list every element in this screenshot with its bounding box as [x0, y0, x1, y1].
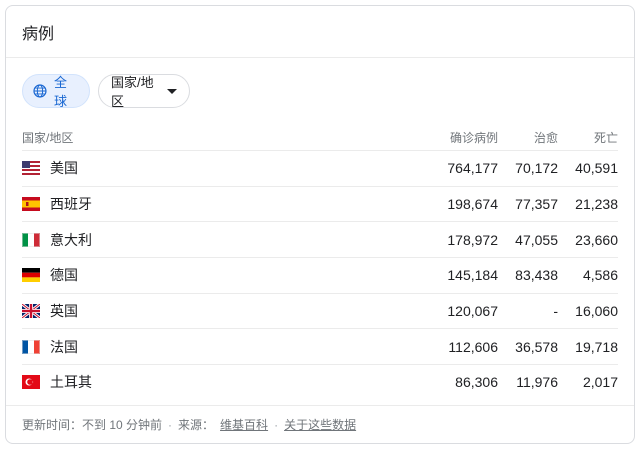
- country-name: 德国: [50, 267, 78, 284]
- country-name: 意大利: [50, 231, 92, 248]
- table-row[interactable]: 西班牙 198,674 77,357 21,238: [22, 187, 618, 223]
- country-name: 法国: [50, 338, 78, 355]
- region-dropdown-label: 国家/地区: [111, 75, 154, 109]
- country-name: 土耳其: [50, 374, 92, 391]
- deaths-value: 19,718: [575, 338, 618, 355]
- separator-dot: ·: [168, 417, 173, 432]
- cases-table: 国家/地区 确诊病例 治愈 死亡 美国 764,177 70,172 40,59…: [22, 124, 618, 399]
- table-row[interactable]: 法国 112,606 36,578 19,718: [22, 329, 618, 366]
- wikipedia-link[interactable]: 维基百科: [220, 416, 268, 433]
- confirmed-value: 198,674: [447, 196, 498, 213]
- deaths-value: 40,591: [575, 160, 618, 177]
- confirmed-value: 112,606: [448, 338, 498, 355]
- about-data-link[interactable]: 关于这些数据: [284, 416, 356, 433]
- recovered-value: 83,438: [515, 267, 558, 284]
- region-dropdown[interactable]: 国家/地区: [98, 74, 190, 109]
- card-title: 病例: [22, 25, 55, 43]
- filter-chips: 全球 国家/地区: [22, 74, 190, 109]
- recovered-value: 77,357: [515, 196, 558, 213]
- recovered-value: 36,578: [515, 338, 558, 355]
- table-row[interactable]: 德国 145,184 83,438 4,586: [22, 258, 618, 294]
- table-row[interactable]: 意大利 178,972 47,055 23,660: [22, 222, 618, 259]
- table-row[interactable]: 土耳其 86,306 11,976 2,017: [22, 365, 618, 399]
- deaths-value: 23,660: [575, 231, 618, 248]
- table-row[interactable]: 美国 764,177 70,172 40,591: [22, 151, 618, 187]
- table-header: 国家/地区 确诊病例 治愈 死亡: [22, 124, 618, 151]
- caret-down-icon: [167, 88, 177, 94]
- country-name: 西班牙: [50, 196, 92, 213]
- italy-flag-icon: [22, 232, 40, 247]
- confirmed-value: 178,972: [447, 231, 498, 248]
- globe-icon: [33, 84, 47, 98]
- cases-card: 病例 全球 国家/地区 国家/地区 确诊病例 治愈 死亡 美国 764,177 …: [5, 5, 635, 444]
- updated-time: 更新时间：不到 10 分钟前: [22, 418, 163, 432]
- deaths-value: 21,238: [575, 196, 618, 213]
- header-recovered[interactable]: 治愈: [498, 129, 558, 146]
- card-header: 病例: [6, 6, 634, 58]
- global-chip[interactable]: 全球: [22, 74, 90, 109]
- table-body[interactable]: 美国 764,177 70,172 40,591 西班牙 198,674 77,: [22, 151, 618, 399]
- deaths-value: 2,017: [582, 374, 618, 391]
- header-deaths[interactable]: 死亡: [558, 129, 618, 146]
- confirmed-value: 145,184: [447, 267, 498, 284]
- spain-flag-icon: [22, 197, 40, 212]
- deaths-value: 16,060: [575, 303, 618, 320]
- header-name: 国家/地区: [22, 130, 74, 145]
- germany-flag-icon: [22, 268, 40, 283]
- recovered-value: 70,172: [515, 160, 558, 177]
- country-name: 英国: [50, 303, 78, 320]
- deaths-value: 4,586: [582, 267, 618, 284]
- recovered-value: 47,055: [515, 231, 558, 248]
- table-row[interactable]: 英国 120,067 - 16,060: [22, 294, 618, 330]
- global-chip-label: 全球: [53, 75, 67, 109]
- recovered-value: 11,976: [516, 374, 558, 391]
- recovered-value: -: [553, 303, 558, 320]
- header-confirmed[interactable]: 确诊病例: [418, 129, 498, 146]
- separator-dot: ·: [274, 417, 279, 432]
- turkey-flag-icon: [22, 375, 40, 390]
- france-flag-icon: [22, 339, 40, 354]
- confirmed-value: 120,067: [447, 303, 498, 320]
- confirmed-value: 86,306: [455, 374, 498, 391]
- country-name: 美国: [50, 160, 78, 177]
- source-prefix: 来源：: [178, 418, 215, 432]
- uk-flag-icon: [22, 304, 40, 319]
- card-footer: 更新时间：不到 10 分钟前 · 来源： 维基百科 · 关于这些数据: [6, 405, 634, 443]
- confirmed-value: 764,177: [447, 160, 498, 177]
- us-flag-icon: [22, 161, 40, 176]
